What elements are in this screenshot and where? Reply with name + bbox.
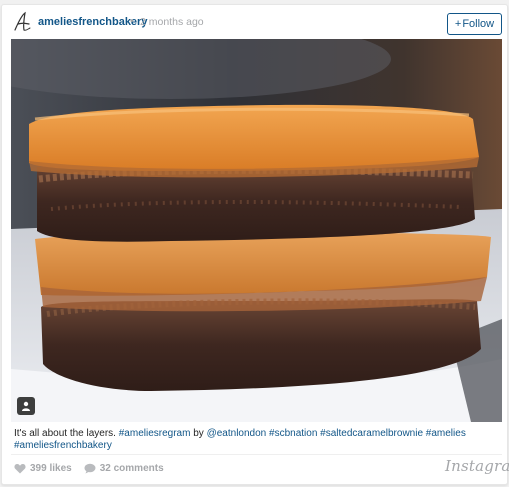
footer-divider (11, 454, 502, 455)
follow-button[interactable]: + Follow (447, 13, 502, 35)
hashtag-link[interactable]: #amelies (426, 428, 466, 439)
likes-count: 399 likes (30, 463, 72, 474)
caption-text: It's all about the layers. (14, 428, 116, 439)
hashtag-link[interactable]: #saltedcaramelbrownie (320, 428, 423, 439)
follow-label: Follow (462, 18, 495, 30)
post-stats: 399 likes 32 comments (14, 463, 176, 474)
post-timestamp[interactable]: 2 months ago (140, 16, 204, 28)
post-caption: It's all about the layers. #ameliesregra… (14, 428, 499, 452)
hashtag-link[interactable]: #ameliesregram (119, 428, 191, 439)
separator-dot: • (130, 16, 134, 27)
comments-count: 32 comments (99, 463, 164, 474)
post-header: ameliesfrenchbakery • 2 months ago + Fol… (2, 5, 507, 39)
avatar-logo-icon[interactable] (12, 11, 32, 33)
follow-plus: + (454, 18, 462, 30)
comments-stat[interactable]: 32 comments (84, 463, 164, 474)
heart-icon (14, 463, 26, 474)
hashtag-link[interactable]: #ameliesfrenchbakery (14, 440, 112, 451)
likes-stat[interactable]: 399 likes (14, 463, 72, 474)
hashtag-link[interactable]: #scbnation (269, 428, 317, 439)
user-tag-icon[interactable] (17, 397, 35, 415)
post-card: ameliesfrenchbakery • 2 months ago + Fol… (1, 4, 509, 485)
brownie-image (11, 39, 502, 422)
mention-link[interactable]: @eatnlondon (207, 428, 267, 439)
instagram-logo[interactable]: Instagram (445, 457, 509, 475)
caption-by: by (193, 428, 204, 439)
post-photo[interactable] (11, 39, 502, 422)
comment-icon (84, 463, 96, 474)
